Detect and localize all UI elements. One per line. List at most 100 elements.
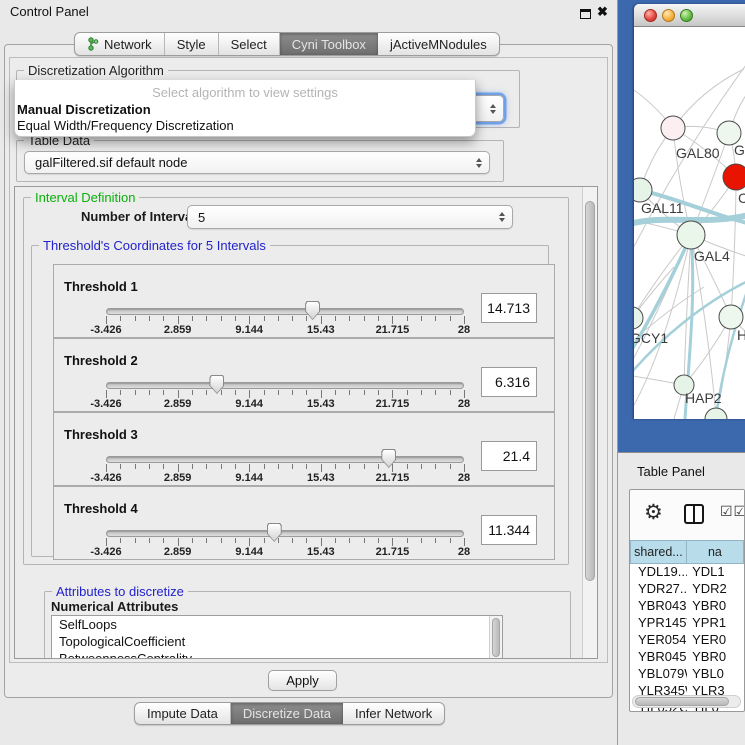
table-cell: YBR045C (630, 649, 687, 666)
table-cell: YDL19... (630, 564, 687, 581)
node-label: GAL11 (641, 200, 684, 216)
float-window-icon[interactable] (580, 9, 591, 19)
tab-impute-data[interactable]: Impute Data (135, 703, 231, 724)
table-data-value: galFiltered.sif default node (35, 155, 187, 170)
number-of-intervals-label: Number of Intervals (81, 209, 203, 224)
popup-option-equal-width-frequency-discretization[interactable]: Equal Width/Frequency Discretization (17, 118, 234, 133)
slider-track[interactable] (106, 382, 464, 389)
slider-thumb[interactable] (381, 449, 396, 468)
node-label: HAP2 (685, 390, 722, 406)
zoom-window-icon[interactable] (680, 9, 693, 22)
threshold-value-field[interactable]: 14.713 (481, 293, 537, 323)
network-view-window: GAL80GAGAL11CGAL4GCY1HHAP2 (634, 4, 745, 419)
slider-tick-labels: -3.4262.8599.14415.4321.71528 (106, 472, 464, 485)
slider-track[interactable] (106, 308, 464, 315)
network-window-titlebar[interactable] (634, 4, 745, 27)
slider-ticks (106, 390, 464, 398)
popup-hint: Select algorithm to view settings (15, 85, 475, 100)
slider-thumb[interactable] (305, 301, 320, 320)
slider-ticks (106, 316, 464, 324)
number-of-intervals-combobox[interactable]: 5 (187, 205, 513, 229)
tab-label: Select (231, 37, 267, 52)
close-icon[interactable]: ✖ (597, 4, 608, 20)
control-panel-tabs: Network Style Select Cyni Toolbox jActiveMNo… (74, 32, 500, 56)
network-node[interactable] (634, 178, 652, 202)
table-cell: YBL0 (687, 666, 744, 683)
network-node[interactable] (705, 408, 727, 419)
scrollbar-thumb[interactable] (585, 201, 595, 581)
columns-icon[interactable] (684, 504, 704, 524)
scrollbar-thumb[interactable] (635, 697, 729, 706)
table-row[interactable]: YPR145WYPR1 (630, 615, 744, 632)
gear-icon[interactable]: ⚙ (644, 500, 663, 526)
numerical-attributes-list[interactable]: SelfLoopsTopologicalCoefficientBetweenne… (51, 615, 503, 659)
network-canvas-svg: GAL80GAGAL11CGAL4GCY1HHAP2 (634, 27, 745, 419)
settings-scrollbar[interactable] (582, 187, 597, 658)
slider-ticks (106, 538, 464, 546)
network-icon (87, 37, 100, 51)
attribute-item[interactable]: BetweennessCentrality (52, 650, 502, 659)
settings-scroll-area: Interval Definition Number of Intervals … (14, 186, 598, 659)
table-toolbar: ⚙ ☑☑ (630, 490, 744, 540)
threshold-row: Threshold 2-3.4262.8599.14415.4321.71528… (53, 338, 555, 412)
tab-label: Style (177, 37, 206, 52)
tab-select[interactable]: Select (219, 33, 280, 55)
tab-jactivemnodules[interactable]: jActiveMNodules (378, 33, 499, 55)
tab-label: jActiveMNodules (390, 37, 487, 52)
node-label: H (737, 327, 745, 343)
network-node[interactable] (719, 305, 743, 329)
tab-label: Discretize Data (243, 706, 331, 721)
slider-thumb[interactable] (209, 375, 224, 394)
tab-infer-network[interactable]: Infer Network (343, 703, 444, 724)
apply-button[interactable]: Apply (268, 670, 337, 691)
table-cell: YER054C (630, 632, 687, 649)
network-node[interactable] (634, 307, 643, 329)
threshold-value-field[interactable]: 11.344 (481, 515, 537, 545)
table-row[interactable]: YBL079WYBL0 (630, 666, 744, 683)
table-cell: YDR2 (687, 581, 744, 598)
tab-style[interactable]: Style (165, 33, 219, 55)
table-row[interactable]: YDR27...YDR2 (630, 581, 744, 598)
network-edge[interactable] (634, 235, 691, 318)
network-canvas[interactable]: GAL80GAGAL11CGAL4GCY1HHAP2 (634, 27, 745, 419)
table-row[interactable]: YER054CYER0 (630, 632, 744, 649)
table-cell: YPR1 (687, 615, 744, 632)
threshold-value-field[interactable]: 21.4 (481, 441, 537, 471)
network-node[interactable] (723, 164, 745, 190)
select-columns-checkboxes-icon[interactable]: ☑☑ (720, 503, 745, 520)
slider-track[interactable] (106, 456, 464, 463)
popup-option-manual-discretization[interactable]: Manual Discretization (17, 102, 151, 117)
table-data-combobox[interactable]: galFiltered.sif default node (24, 151, 490, 174)
control-panel: Control Panel ✖ NetworkStyleSelectCyni T… (0, 0, 618, 745)
table-cell: YBR0 (687, 649, 744, 666)
node-label: GCY1 (634, 330, 668, 346)
thresholds-section-title: Threshold's Coordinates for 5 Intervals (39, 238, 270, 253)
close-window-icon[interactable] (644, 9, 657, 22)
table-horizontal-scrollbar[interactable] (632, 695, 741, 708)
table-cell: YDR27... (630, 581, 687, 598)
table-row[interactable]: YDL19...YDL1 (630, 564, 744, 581)
threshold-value-field[interactable]: 6.316 (481, 367, 537, 397)
tab-discretize-data[interactable]: Discretize Data (231, 703, 343, 724)
threshold-row: Threshold 1-3.4262.8599.14415.4321.71528… (53, 264, 555, 338)
interval-definition-title: Interval Definition (31, 190, 139, 205)
minimize-window-icon[interactable] (662, 9, 675, 22)
table-row[interactable]: YBR045CYBR0 (630, 649, 744, 666)
table-header-cell[interactable]: shared... (630, 540, 687, 564)
slider-thumb[interactable] (267, 523, 282, 542)
tab-network[interactable]: Network (75, 33, 165, 55)
network-node[interactable] (677, 221, 705, 249)
table-header-cell[interactable]: na (687, 540, 744, 564)
tab-cyni-toolbox[interactable]: Cyni Toolbox (280, 33, 378, 55)
table-cell: YDL1 (687, 564, 744, 581)
slider-track[interactable] (106, 530, 464, 537)
attributes-list-scrollbar[interactable] (489, 616, 502, 659)
slider-tick-labels: -3.4262.8599.14415.4321.71528 (106, 546, 464, 559)
network-edge[interactable] (731, 190, 736, 317)
attribute-item[interactable]: TopologicalCoefficient (52, 633, 502, 650)
table-row[interactable]: YBR043CYBR0 (630, 598, 744, 615)
scrollbar-thumb[interactable] (492, 618, 500, 657)
tab-label: Network (104, 37, 152, 52)
network-node[interactable] (661, 116, 685, 140)
attribute-item[interactable]: SelfLoops (52, 616, 502, 633)
